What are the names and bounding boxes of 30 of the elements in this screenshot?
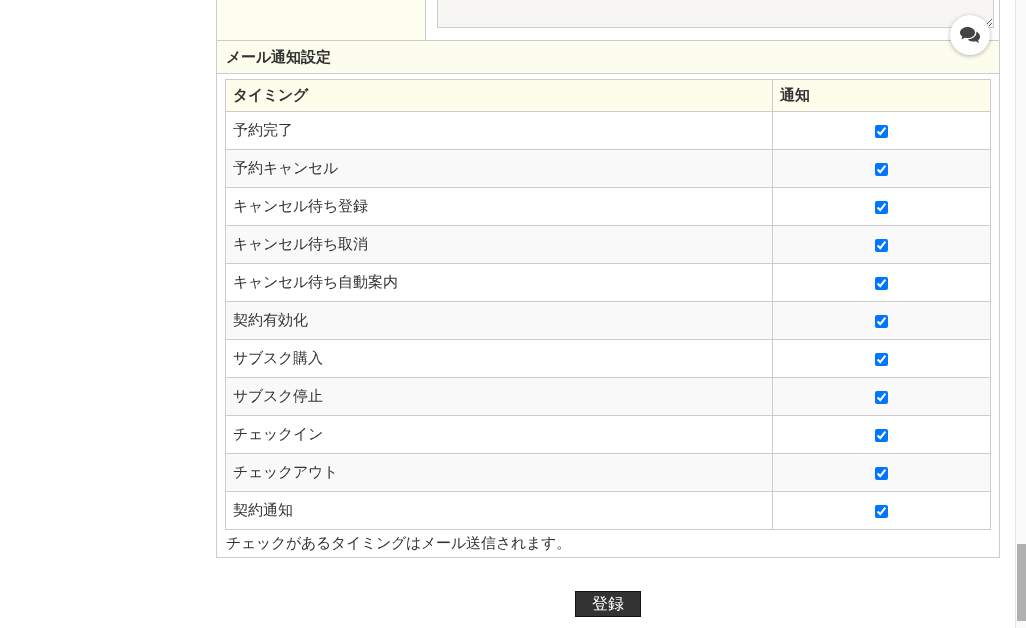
checkbox[interactable]: [875, 238, 888, 252]
timing-label: サブスク停止: [233, 387, 323, 406]
checkbox[interactable]: [875, 200, 888, 214]
scrollbar-thumb[interactable]: [1017, 544, 1026, 621]
checkbox[interactable]: [875, 276, 888, 290]
timing-label: キャンセル待ち取消: [233, 235, 368, 254]
textarea-field[interactable]: [437, 0, 994, 28]
checkbox[interactable]: [875, 504, 888, 518]
timing-label: 予約キャンセル: [233, 159, 338, 178]
column-header: 通知: [780, 86, 810, 105]
checkbox[interactable]: [875, 162, 888, 176]
timing-label: 契約通知: [233, 501, 293, 520]
timing-label: チェックアウト: [233, 463, 338, 482]
checkbox[interactable]: [875, 428, 888, 442]
timing-label: 予約完了: [233, 121, 293, 140]
checkbox[interactable]: [875, 466, 888, 480]
checkbox[interactable]: [875, 124, 888, 138]
note-text: チェックがあるタイミングはメール送信されます。: [226, 534, 571, 553]
chat-bubbles-icon: [959, 26, 981, 44]
timing-label: キャンセル待ち登録: [233, 197, 368, 216]
timing-label: 契約有効化: [233, 311, 308, 330]
timing-label: サブスク購入: [233, 349, 323, 368]
checkbox[interactable]: [875, 352, 888, 366]
timing-label: チェックイン: [233, 425, 323, 444]
submit-button[interactable]: 登録: [575, 591, 641, 617]
checkbox[interactable]: [875, 390, 888, 404]
column-header: タイミング: [233, 86, 308, 105]
section-title: メール通知設定: [226, 47, 331, 67]
timing-label: キャンセル待ち自動案内: [233, 273, 398, 292]
checkbox[interactable]: [875, 314, 888, 328]
